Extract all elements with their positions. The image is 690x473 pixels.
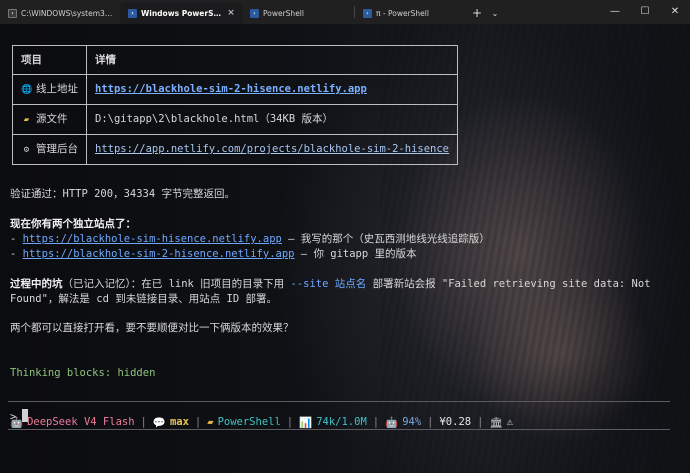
status-effort: 💬 max [153, 416, 189, 429]
powershell-icon: › [363, 8, 372, 18]
brain-icon: 🤖 [385, 416, 399, 429]
terminal-pane[interactable]: 项目 详情 🌐 线上地址 https://blackhole-sim-2-hise… [0, 24, 690, 473]
warning-icon: ⚠ [506, 416, 514, 428]
tab-cmd[interactable]: › C:\WINDOWS\system32\cmd.e [0, 2, 120, 24]
status-context: 🤖 94% [385, 416, 421, 429]
status-model: 🤖 DeepSeek V4 Flash [10, 416, 135, 429]
list-item: - https://blackhole-sim-2-hisence.netlif… [10, 247, 417, 262]
cost-value: ¥0.28 [439, 416, 472, 428]
status-cost: ¥0.28 [439, 416, 471, 428]
table-row: ▰ 源文件 D:\gitapp\2\blackhole.html（34KB 版本） [12, 104, 459, 135]
tab-bar: › C:\WINDOWS\system32\cmd.e › Windows Po… [0, 0, 690, 24]
pitfall-heading: 过程中的坑 [10, 278, 63, 290]
info-table: 项目 详情 🌐 线上地址 https://blackhole-sim-2-hise… [12, 45, 459, 165]
status-bar: 🤖 DeepSeek V4 Flash | 💬 max | ▰ PowerShell … [10, 414, 513, 430]
minimize-button[interactable]: — [600, 0, 630, 22]
separator: | [286, 416, 294, 428]
separator: | [140, 416, 147, 428]
building-icon: 🏛 [489, 416, 503, 429]
row-label: 管理后台 [36, 142, 78, 155]
chevron-down-icon[interactable]: ⌄ [487, 2, 503, 24]
pitfall-line-1: 过程中的坑（已记入记忆）：在已 link 旧项目的目录下用 --site 站点名… [10, 277, 651, 292]
admin-url-link[interactable]: https://app.netlify.com/projects/blackho… [95, 143, 449, 155]
table-cell: ▰ 源文件 [12, 104, 87, 135]
pitfall-text: 部署新站会报 "Failed retrieving site data: Not [366, 278, 651, 290]
status-flags: 🏛 ⚠ [489, 416, 513, 429]
cmd-icon: › [8, 8, 17, 18]
question-line: 两个都可以直接打开看，要不要顺便对比一下俩版本的效果？ [10, 322, 294, 334]
table-cell: ⚙ 管理后台 [12, 134, 87, 165]
table-cell: https://blackhole-sim-2-hisence.netlify.… [85, 74, 459, 105]
maximize-button[interactable]: ☐ [630, 0, 660, 22]
list-item: - https://blackhole-sim-hisence.netlify.… [10, 232, 490, 247]
close-window-button[interactable]: ✕ [660, 0, 690, 22]
close-tab-icon[interactable]: × [226, 8, 236, 18]
new-tab-button[interactable]: + [467, 2, 487, 24]
site-desc: — 你 gitapp 里的版本 [294, 248, 417, 260]
table-cell: 🌐 线上地址 [12, 74, 87, 105]
separator: | [477, 416, 484, 428]
bar-chart-icon: 📊 [299, 416, 313, 429]
folder-icon: ▰ [207, 416, 214, 428]
row-label: 源文件 [36, 112, 68, 125]
site-link[interactable]: https://blackhole-sim-2-hisence.netlify.… [23, 248, 295, 260]
pitfall-line-2: Found"，解法是 cd 到未链接目录、用站点 ID 部署。 [10, 293, 278, 305]
context-percent: 94% [402, 416, 422, 428]
sites-heading: 现在你有两个独立站点了： [10, 218, 136, 230]
powershell-icon: › [128, 8, 137, 18]
table-row: ⚙ 管理后台 https://app.netlify.com/projects/b… [12, 134, 459, 165]
tab-powershell[interactable]: › PowerShell [242, 2, 354, 24]
effort-level: max [169, 416, 189, 428]
tab-title: PowerShell [263, 8, 304, 18]
tab-title: π - PowerShell [376, 8, 429, 18]
table-header: 详情 [85, 45, 459, 75]
list-bullet: - [10, 248, 23, 260]
table-header: 项目 [12, 45, 87, 75]
model-name: DeepSeek V4 Flash [27, 416, 135, 428]
thinking-status: Thinking blocks: hidden [10, 367, 156, 379]
divider [8, 401, 670, 402]
globe-icon: 🌐 [21, 84, 33, 95]
gear-icon: ⚙ [23, 144, 30, 155]
robot-icon: 🤖 [10, 416, 24, 429]
row-label: 线上地址 [36, 82, 78, 95]
site-desc: — 我写的那个（史瓦西测地线光线追踪版） [281, 233, 490, 245]
status-tokens: 📊 74k/1.0M [299, 416, 367, 429]
separator: | [194, 416, 202, 428]
token-usage: 74k/1.0M [316, 416, 367, 428]
pitfall-text: （已记入记忆）：在已 link 旧项目的目录下用 [62, 278, 291, 290]
table-cell: D:\gitapp\2\blackhole.html（34KB 版本） [85, 104, 459, 135]
list-bullet: - [10, 233, 23, 245]
status-shell: ▰ PowerShell [207, 416, 281, 428]
powershell-icon: › [250, 8, 259, 18]
separator: | [372, 416, 380, 428]
site-url-link[interactable]: https://blackhole-sim-2-hisence.netlify.… [95, 83, 367, 95]
pitfall-flag: --site 站点名 [290, 278, 367, 290]
site-link[interactable]: https://blackhole-sim-hisence.netlify.ap… [23, 233, 282, 245]
folder-icon: ▰ [23, 114, 30, 125]
tab-title: Windows PowerShell [141, 8, 222, 18]
speech-bubble-icon: 💬 [152, 416, 166, 429]
separator: | [427, 416, 434, 428]
table-header-row: 项目 详情 [12, 45, 459, 75]
tab-pi-powershell[interactable]: › π - PowerShell [355, 2, 467, 24]
tab-windows-powershell[interactable]: › Windows PowerShell × [120, 2, 242, 24]
shell-name: PowerShell [217, 416, 281, 428]
tab-title: C:\WINDOWS\system32\cmd.e [21, 8, 114, 18]
table-cell: https://app.netlify.com/projects/blackho… [85, 134, 459, 165]
verify-line: 验证通过：HTTP 200，34334 字节完整返回。 [10, 188, 236, 200]
table-row: 🌐 线上地址 https://blackhole-sim-2-hisence.ne… [12, 74, 459, 105]
